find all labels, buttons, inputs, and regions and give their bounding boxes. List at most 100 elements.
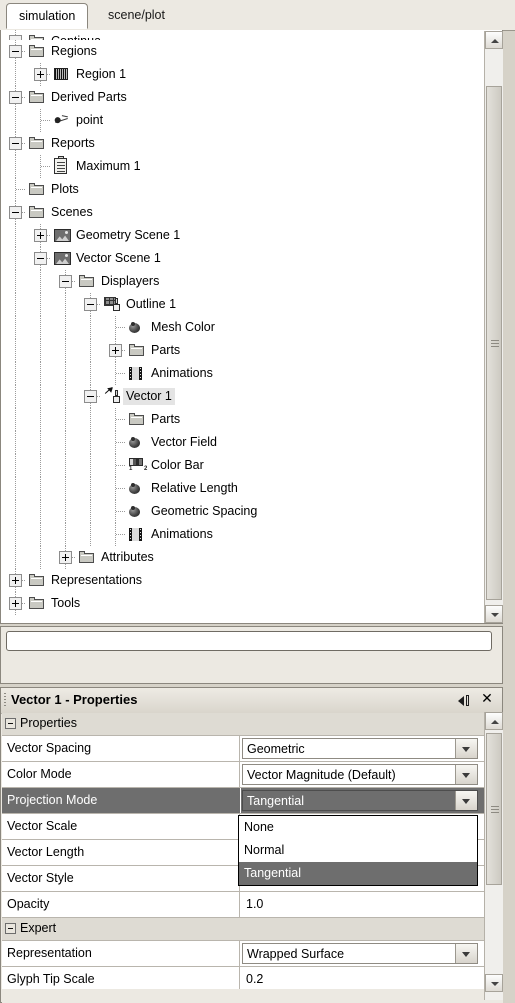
tree-filter-input[interactable] (6, 631, 492, 651)
property-row[interactable]: Projection Mode Tangential (2, 788, 484, 814)
projection-mode-dropdown-list[interactable]: None Normal Tangential (238, 815, 478, 886)
tree-node[interactable]: 1 2 Color Bar (1, 454, 481, 477)
tree-node-label: Relative Length (151, 481, 238, 495)
tree-expander-collapse[interactable] (84, 298, 97, 311)
tree-node[interactable]: Relative Length (1, 477, 481, 500)
tree-guide-line (40, 546, 41, 569)
tree-node[interactable]: Regions (1, 40, 481, 63)
property-row[interactable]: Vector Spacing Geometric (2, 736, 484, 762)
tree-expander-collapse[interactable] (9, 45, 22, 58)
tree-node-label: Animations (151, 527, 213, 541)
property-combobox[interactable]: Geometric (242, 738, 478, 759)
tree-node[interactable]: Continua (1, 30, 481, 40)
property-combobox[interactable]: Wrapped Surface (242, 943, 478, 964)
folder-icon (129, 344, 145, 357)
dropdown-option[interactable]: Tangential (239, 862, 477, 885)
tree-expander-expand[interactable] (109, 344, 122, 357)
property-group-header[interactable]: Expert (2, 918, 484, 941)
tree-node[interactable]: Geometric Spacing (1, 500, 481, 523)
tab-simulation[interactable]: simulation (6, 3, 89, 29)
tree-node[interactable]: Displayers (1, 270, 481, 293)
tree-node[interactable]: Vector 1 (1, 385, 481, 408)
property-group-header[interactable]: Properties (2, 713, 484, 736)
simulation-tree[interactable]: Continua Regions Region 1 Derived Parts poin… (1, 30, 481, 623)
tree-guide-line (40, 270, 41, 293)
tree-expander-collapse[interactable] (9, 206, 22, 219)
group-collapse-icon[interactable] (5, 718, 16, 729)
properties-scrollbar-thumb[interactable] (486, 733, 502, 885)
report-icon (54, 156, 67, 174)
tree-node[interactable]: Geometry Scene 1 (1, 224, 481, 247)
tree-expander-collapse[interactable] (84, 390, 97, 403)
tree-guide-line (15, 408, 16, 431)
tree-guide-line (40, 454, 41, 477)
combobox-dropdown-button[interactable] (455, 765, 477, 784)
tree-expander-expand[interactable] (59, 551, 72, 564)
tree-expander-expand[interactable] (9, 574, 22, 587)
tree-node[interactable]: Region 1 (1, 63, 481, 86)
folder-icon (129, 413, 145, 426)
folder-icon (29, 574, 45, 587)
tree-vertical-scrollbar[interactable] (484, 31, 503, 623)
tree-expander-expand[interactable] (9, 597, 22, 610)
tree-expander-expand[interactable] (34, 229, 47, 242)
tree-node[interactable]: Representations (1, 569, 481, 592)
tree-scroll-down-button[interactable] (485, 605, 503, 623)
tree-node[interactable]: Vector Scene 1 (1, 247, 481, 270)
tree-guide-line (40, 362, 41, 385)
tree-node[interactable]: Attributes (1, 546, 481, 569)
tree-node[interactable]: Animations (1, 523, 481, 546)
property-combobox[interactable]: Vector Magnitude (Default) (242, 764, 478, 785)
tree-node[interactable]: Scenes (1, 201, 481, 224)
tree-node-label: Parts (151, 343, 181, 357)
tree-node[interactable]: Tools (1, 592, 481, 615)
tree-node[interactable]: Derived Parts (1, 86, 481, 109)
combobox-dropdown-button[interactable] (455, 739, 477, 758)
tree-connector (41, 120, 51, 121)
tree-node[interactable]: Mesh Color (1, 316, 481, 339)
tree-expander-expand[interactable] (34, 68, 47, 81)
tree-scrollbar-thumb[interactable] (486, 86, 502, 600)
tree-node[interactable]: point (1, 109, 481, 132)
undock-icon[interactable] (458, 694, 472, 707)
tree-connector (116, 534, 126, 535)
tree-node[interactable]: Parts (1, 408, 481, 431)
tab-scene-plot[interactable]: scene/plot (96, 3, 177, 29)
properties-vertical-scrollbar[interactable] (484, 712, 503, 1000)
dropdown-option[interactable]: None (239, 816, 477, 839)
tree-guide-line (40, 523, 41, 546)
tree-node[interactable]: Maximum 1 (1, 155, 481, 178)
property-value[interactable]: 1.0 (241, 892, 484, 917)
tree-node-label: Continua (51, 33, 101, 40)
film-icon (129, 528, 142, 541)
tree-guide-line (65, 523, 66, 546)
tree-node-label: Regions (51, 44, 97, 58)
tree-node[interactable]: Plots (1, 178, 481, 201)
properties-title: Vector 1 - Properties (11, 692, 138, 707)
tree-node-label: Outline 1 (126, 297, 177, 311)
property-combobox[interactable]: Tangential (242, 790, 478, 811)
properties-scroll-down-button[interactable] (485, 974, 503, 992)
tree-expander-collapse[interactable] (59, 275, 72, 288)
combobox-dropdown-button[interactable] (455, 791, 477, 810)
scrollbar-grip (491, 340, 499, 347)
close-icon[interactable]: ✕ (480, 691, 494, 706)
dropdown-option[interactable]: Normal (239, 839, 477, 862)
tree-node[interactable]: Reports (1, 132, 481, 155)
tree-scroll-up-button[interactable] (485, 31, 503, 49)
tree-expander-collapse[interactable] (9, 137, 22, 150)
tree-node[interactable]: Animations (1, 362, 481, 385)
group-collapse-icon[interactable] (5, 923, 16, 934)
tree-expander-collapse[interactable] (9, 91, 22, 104)
property-row[interactable]: Color Mode Vector Magnitude (Default) (2, 762, 484, 788)
property-row[interactable]: Representation Wrapped Surface (2, 941, 484, 967)
tree-node[interactable]: Vector Field (1, 431, 481, 454)
properties-scroll-up-button[interactable] (485, 712, 503, 730)
tree-connector (116, 373, 126, 374)
tree-node-label: Animations (151, 366, 213, 380)
tree-node[interactable]: Outline 1 (1, 293, 481, 316)
tree-expander-collapse[interactable] (34, 252, 47, 265)
tree-node[interactable]: Parts (1, 339, 481, 362)
combobox-dropdown-button[interactable] (455, 944, 477, 963)
property-row[interactable]: Opacity 1.0 (2, 892, 484, 918)
